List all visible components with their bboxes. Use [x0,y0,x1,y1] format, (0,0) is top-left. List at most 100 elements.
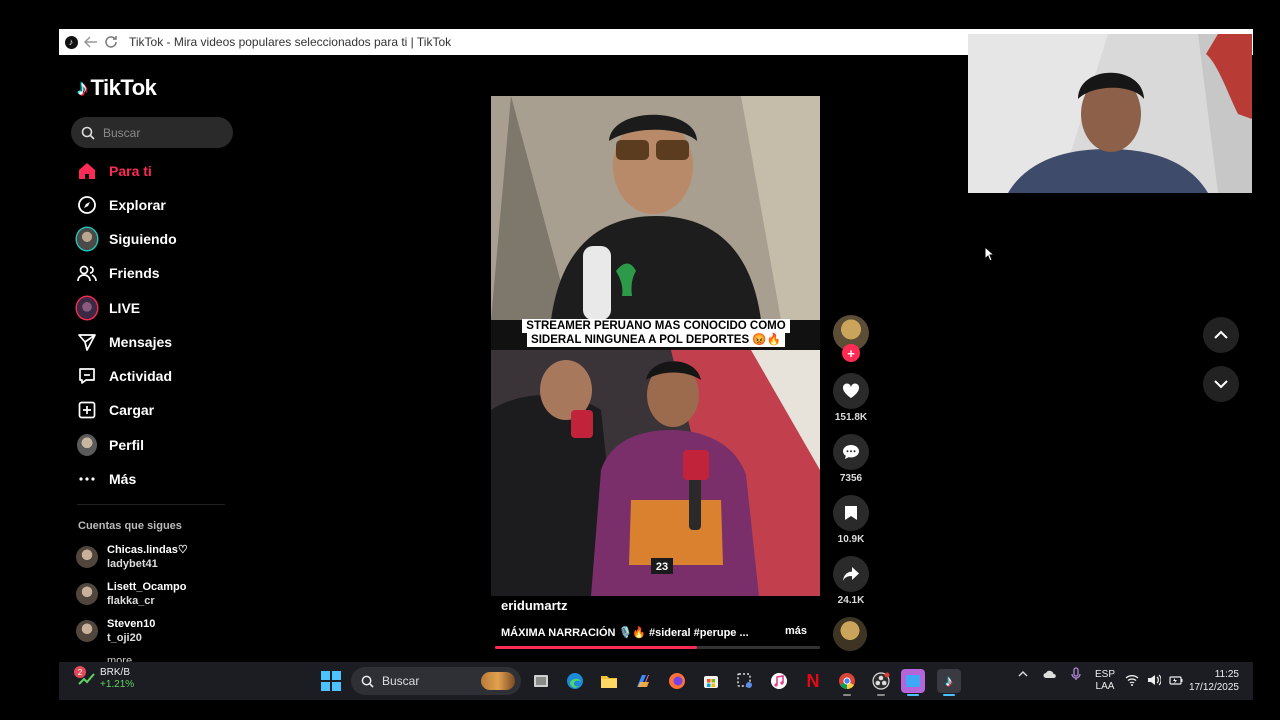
nav-label: Siguiendo [109,231,177,247]
comment-count: 7356 [839,473,863,484]
tiktok-app-icon: ♪ [61,32,81,52]
edge-browser-icon[interactable] [563,669,587,693]
nav-item-siguiendo[interactable]: Siguiendo [77,226,177,252]
following-account[interactable]: Lisett_Ocampo flakka_cr [76,580,186,608]
previous-video-button[interactable] [1203,317,1239,353]
chrome-icon[interactable] [835,669,859,696]
nav-label: Actividad [109,368,173,384]
nav-item-perfil[interactable]: Perfil [77,432,144,458]
chart-up-icon: 2 [74,666,97,689]
video-player[interactable]: 23 STREAMER PERUANO MAS CONOCIDO COMO SI… [491,96,820,596]
quick-settings[interactable] [1125,674,1183,686]
following-section-title: Cuentas que sigues [78,520,182,532]
nav-item-live[interactable]: LIVE [77,295,140,321]
file-explorer-icon[interactable] [597,669,621,693]
screen: ♪ TikTok - Mira videos populares selecci… [0,0,1280,720]
itunes-icon[interactable] [767,669,791,693]
nav-label: Mensajes [109,334,173,350]
chevron-down-icon [1214,380,1228,389]
stock-ticker-widget[interactable]: 2 BRK/B +1.21% [74,666,135,691]
obs-studio-icon[interactable] [869,669,893,696]
follow-button[interactable]: + [842,344,860,362]
chevron-up-icon[interactable] [1017,668,1029,683]
window-title: TikTok - Mira videos populares seleccion… [129,35,452,49]
ticker-symbol: BRK/B [100,667,131,678]
video-description: MÁXIMA NARRACIÓN 🎙️🔥 #sideral #perupe ..… [501,627,749,639]
bookmark-icon[interactable] [833,495,869,531]
description-more-link[interactable]: más [785,625,807,637]
mouse-cursor-icon [984,246,994,262]
system-clock[interactable]: 11:25 17/12/2025 [1187,668,1239,694]
video-frame-narrator: 23 [491,350,820,596]
search-placeholder: Buscar [103,125,141,140]
heart-icon[interactable] [833,373,869,409]
home-icon [77,161,97,181]
like-action[interactable]: 151.8K [833,373,869,423]
comment-icon[interactable] [833,434,869,470]
nav-item-actividad[interactable]: Actividad [77,363,172,389]
snipping-tool-icon[interactable] [733,669,757,693]
following-avatar-icon [77,228,97,250]
search-highlight-image [481,672,515,690]
activity-icon [77,366,97,386]
clock-time: 11:25 [1214,669,1239,680]
nav-label: Más [109,471,137,487]
windows-start-button[interactable] [321,671,341,691]
video-author[interactable]: eridumartz [501,598,567,613]
nav-item-mas[interactable]: Más [77,466,136,492]
ticker-change: +1.21% [100,679,135,690]
back-arrow-icon[interactable] [81,32,101,52]
notification-badge: 2 [74,666,86,678]
task-view-icon[interactable] [529,669,553,693]
firefox-icon[interactable] [665,669,689,693]
wifi-icon [1125,675,1139,686]
windows-taskbar: 2 BRK/B +1.21% Buscar N ♪ ESP LAA 11:25 … [59,662,1253,700]
capture-app-icon[interactable] [901,669,925,696]
like-count: 151.8K [834,412,868,423]
search-icon [361,675,374,688]
next-video-button[interactable] [1203,366,1239,402]
video-frame-streamer [491,96,820,320]
more-icon [77,469,97,489]
nav-label: Friends [109,265,160,281]
microsoft-store-icon[interactable] [699,669,723,693]
live-avatar-icon [77,297,97,319]
search-input[interactable]: Buscar [71,117,233,148]
reload-icon[interactable] [101,32,121,52]
video-overlay-caption: STREAMER PERUANO MAS CONOCIDO COMO SIDER… [519,319,793,365]
comment-action[interactable]: 7356 [833,434,869,484]
netflix-icon[interactable]: N [801,669,825,693]
video-progress-bar[interactable] [495,646,820,649]
taskbar-search-placeholder: Buscar [382,674,420,688]
nav-item-para-ti[interactable]: Para ti [77,158,152,184]
compass-icon [77,195,97,215]
overlay-caption-text: STREAMER PERUANO MAS CONOCIDO COMO SIDER… [522,319,790,347]
nav-item-mensajes[interactable]: Mensajes [77,329,172,355]
copilot-icon[interactable] [631,669,655,693]
volume-icon [1148,674,1161,686]
nav-item-cargar[interactable]: Cargar [77,397,154,423]
onedrive-cloud-icon[interactable] [1043,669,1057,682]
microphone-icon[interactable] [1071,667,1081,684]
share-action[interactable]: 24.1K [833,556,869,606]
nav-item-friends[interactable]: Friends [77,260,160,286]
nav-item-explorar[interactable]: Explorar [77,192,166,218]
following-account[interactable]: Chicas.lindas♡ ladybet41 [76,543,188,571]
share-icon[interactable] [833,556,869,592]
tiktok-note-icon: ♪ [77,75,88,100]
tiktok-logo[interactable]: ♪ TikTok [77,75,157,101]
jersey-number: 23 [656,561,668,573]
save-count: 10.9K [837,534,865,545]
taskbar-search[interactable]: Buscar [351,667,521,695]
share-count: 24.1K [837,595,865,606]
sidebar-divider [77,504,225,505]
save-action[interactable]: 10.9K [833,495,869,545]
language-indicator[interactable]: ESP LAA [1095,669,1115,693]
music-disc-icon[interactable] [833,617,867,651]
nav-label: Cargar [109,402,155,418]
following-more-link[interactable]: more [107,655,132,662]
following-account[interactable]: Steven10 t_oji20 [76,617,155,645]
chevron-up-icon [1214,330,1228,339]
account-handle: ladybet41 [107,558,158,570]
tiktok-taskbar-icon[interactable]: ♪ [937,669,961,696]
